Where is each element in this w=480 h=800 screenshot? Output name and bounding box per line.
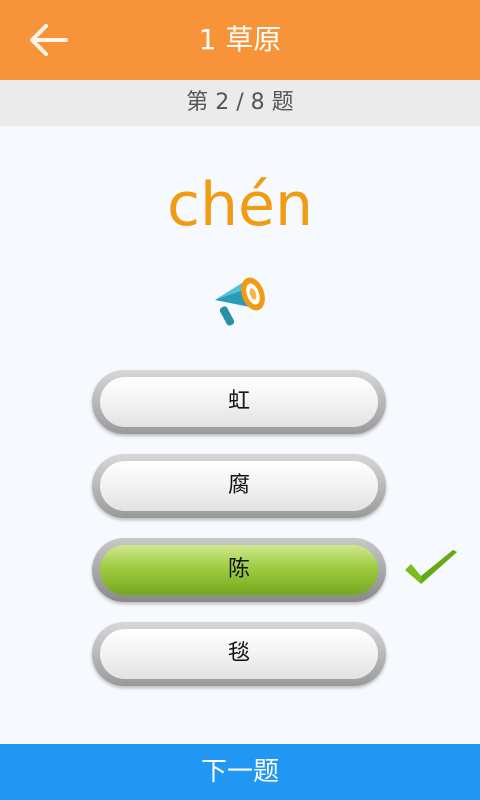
- page-title: 1 草原: [198, 23, 282, 56]
- answer-option-1[interactable]: 虹: [92, 370, 386, 434]
- answer-option-3-correct[interactable]: 陈: [92, 538, 386, 602]
- answer-option-label: 毯: [100, 629, 378, 679]
- pinyin-text: chén: [167, 170, 313, 240]
- answer-option-label: 陈: [100, 545, 378, 595]
- megaphone-icon: [215, 277, 265, 326]
- app-header: 1 草原: [0, 0, 480, 80]
- next-question-button[interactable]: 下一题: [0, 744, 480, 800]
- play-sound-button[interactable]: [209, 270, 269, 330]
- answer-option-4[interactable]: 毯: [92, 622, 386, 686]
- question-progress: 第 2 / 8 题: [0, 80, 480, 126]
- answer-option-label: 虹: [100, 377, 378, 427]
- checkmark-icon: [405, 550, 457, 584]
- answer-option-label: 腐: [100, 461, 378, 511]
- answer-option-2[interactable]: 腐: [92, 454, 386, 518]
